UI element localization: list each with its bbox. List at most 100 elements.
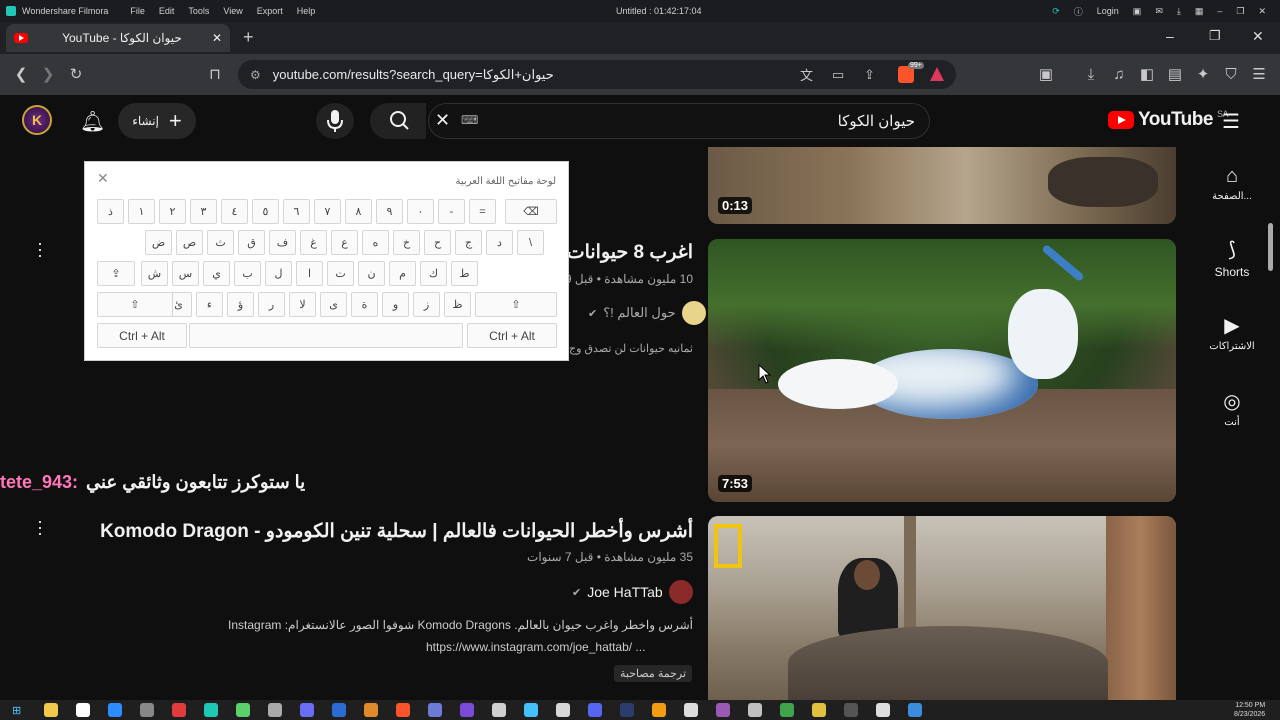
- taskbar-app-icon[interactable]: [684, 703, 699, 717]
- keyboard-icon[interactable]: ⌨: [461, 113, 478, 127]
- keyboard-close-icon[interactable]: ✕: [97, 170, 109, 187]
- keyboard-key[interactable]: ٢: [159, 199, 186, 224]
- share-icon[interactable]: ⇪: [864, 67, 875, 83]
- channel-row[interactable]: ✔ Joe HaTTab: [572, 580, 693, 604]
- taskbar-app-icon[interactable]: [428, 703, 443, 717]
- keyboard-key[interactable]: ص: [176, 230, 203, 255]
- space-key[interactable]: [189, 323, 463, 348]
- left-shift-key[interactable]: ⇧: [97, 292, 173, 317]
- taskbar-app-icon[interactable]: [76, 703, 91, 717]
- vpn-icon[interactable]: ⛉: [1220, 63, 1242, 85]
- keyboard-key[interactable]: ٧: [314, 199, 341, 224]
- taskbar-app-icon[interactable]: [652, 703, 667, 717]
- taskbar-clock[interactable]: 12:50 PM 8/23/2026: [1234, 701, 1265, 719]
- taskbar-app-icon[interactable]: [236, 703, 251, 717]
- keyboard-key[interactable]: ٣: [190, 199, 217, 224]
- keyboard-key[interactable]: ن: [358, 261, 385, 286]
- sidebar-item-shorts[interactable]: ⟆ Shorts: [1192, 239, 1272, 279]
- keyboard-key[interactable]: ا: [296, 261, 323, 286]
- taskbar-app-icon[interactable]: [876, 703, 891, 717]
- keyboard-key[interactable]: و: [382, 292, 409, 317]
- media-icon[interactable]: ♫: [1108, 63, 1130, 85]
- sidebar-item-subscriptions[interactable]: ▶︎ الاشتراكات: [1192, 315, 1272, 352]
- keyboard-key[interactable]: ش: [141, 261, 168, 286]
- taskbar-app-icon[interactable]: [460, 703, 475, 717]
- keyboard-key[interactable]: ظ: [444, 292, 471, 317]
- keyboard-key[interactable]: ح: [424, 230, 451, 255]
- search-button[interactable]: [370, 103, 426, 139]
- keyboard-key[interactable]: -: [438, 199, 465, 224]
- browser-tab-youtube[interactable]: YouTube - حيوان الكوكا ✕: [6, 24, 230, 52]
- filmora-menu-tools[interactable]: Tools: [188, 6, 209, 16]
- keyboard-key[interactable]: س: [172, 261, 199, 286]
- keyboard-key[interactable]: ٨: [345, 199, 372, 224]
- back-icon[interactable]: ❮: [10, 63, 32, 85]
- video-thumbnail[interactable]: 0:13: [708, 147, 1176, 224]
- backspace-key[interactable]: ⌫: [505, 199, 557, 224]
- filmora-menu-view[interactable]: View: [223, 6, 242, 16]
- keyboard-key[interactable]: ٩: [376, 199, 403, 224]
- keyboard-key[interactable]: ة: [351, 292, 378, 317]
- keyboard-key[interactable]: لا: [289, 292, 316, 317]
- taskbar-app-icon[interactable]: [524, 703, 539, 717]
- clear-search-icon[interactable]: ✕: [435, 110, 450, 131]
- filmora-menu-edit[interactable]: Edit: [159, 6, 175, 16]
- taskbar-app-icon[interactable]: [172, 703, 187, 717]
- caps-lock-key[interactable]: ⇪: [97, 261, 135, 286]
- keyboard-key[interactable]: خ: [393, 230, 420, 255]
- keyboard-key[interactable]: د: [486, 230, 513, 255]
- window-minimize-icon[interactable]: –: [1166, 28, 1174, 44]
- video-thumbnail[interactable]: [708, 516, 1176, 700]
- leo-ai-icon[interactable]: ✦: [1192, 63, 1214, 85]
- downloads-icon[interactable]: ⤓: [1080, 63, 1102, 85]
- keyboard-key[interactable]: ف: [269, 230, 296, 255]
- keyboard-key[interactable]: ٦: [283, 199, 310, 224]
- taskbar-app-icon[interactable]: [556, 703, 571, 717]
- page-scrollbar[interactable]: [1268, 223, 1273, 271]
- keyboard-key[interactable]: ؤ: [227, 292, 254, 317]
- video-thumbnail[interactable]: 7:53: [708, 239, 1176, 502]
- taskbar-app-icon[interactable]: [204, 703, 219, 717]
- keyboard-key[interactable]: ه: [362, 230, 389, 255]
- taskbar-app-icon[interactable]: [780, 703, 795, 717]
- keyboard-key[interactable]: غ: [300, 230, 327, 255]
- filmora-menu-file[interactable]: File: [130, 6, 145, 16]
- keyboard-key[interactable]: ب: [234, 261, 261, 286]
- keyboard-key[interactable]: ض: [145, 230, 172, 255]
- keyboard-key[interactable]: ى: [320, 292, 347, 317]
- keyboard-key[interactable]: ك: [420, 261, 447, 286]
- download-icon[interactable]: ⤓: [1177, 6, 1181, 17]
- notifications-bell-icon[interactable]: 🔔︎: [80, 109, 105, 134]
- taskbar-app-icon[interactable]: [332, 703, 347, 717]
- keyboard-key[interactable]: ع: [331, 230, 358, 255]
- close-icon[interactable]: ✕: [1258, 6, 1266, 17]
- create-button[interactable]: إنشاء +: [118, 103, 196, 139]
- sidebar-panel-icon[interactable]: ▣: [1035, 63, 1057, 85]
- taskbar-app-icon[interactable]: [620, 703, 635, 717]
- split-view-icon[interactable]: ◧: [1136, 63, 1158, 85]
- channel-avatar[interactable]: [668, 580, 693, 604]
- save-icon[interactable]: ▣: [1133, 6, 1142, 17]
- sidebar-item-home[interactable]: ⌂ الصفحة...: [1192, 165, 1272, 202]
- keyboard-key[interactable]: =: [469, 199, 496, 224]
- channel-row[interactable]: ✔ حول العالم !؟: [588, 301, 706, 325]
- right-shift-key[interactable]: ⇧: [475, 292, 557, 317]
- taskbar-app-icon[interactable]: [268, 703, 283, 717]
- keyboard-key[interactable]: ٠: [407, 199, 434, 224]
- taskbar-app-icon[interactable]: [396, 703, 411, 717]
- taskbar-app-icon[interactable]: [140, 703, 155, 717]
- taskbar-app-icon[interactable]: [108, 703, 123, 717]
- more-options-icon[interactable]: · · ·: [36, 512, 44, 542]
- taskbar-app-icon[interactable]: [44, 703, 59, 717]
- keyboard-key[interactable]: ذ: [97, 199, 124, 224]
- info-icon[interactable]: ⓘ: [1074, 5, 1083, 18]
- forward-icon[interactable]: ❯: [37, 63, 59, 85]
- account-avatar[interactable]: K: [22, 105, 52, 135]
- keyboard-key[interactable]: ٥: [252, 199, 279, 224]
- new-tab-button[interactable]: +: [243, 27, 254, 48]
- sync-icon[interactable]: ⟳: [1052, 6, 1060, 17]
- translate-icon[interactable]: 文: [800, 65, 813, 84]
- voice-search-button[interactable]: [316, 103, 354, 139]
- taskbar-app-icon[interactable]: [908, 703, 923, 717]
- keyboard-key[interactable]: ج: [455, 230, 482, 255]
